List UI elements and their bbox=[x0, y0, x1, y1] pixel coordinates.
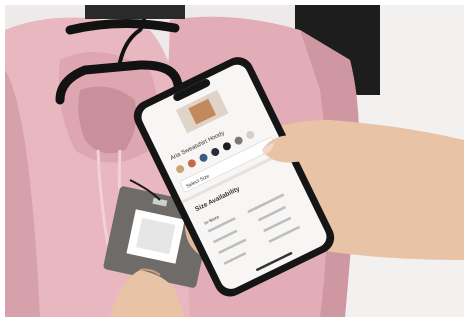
scene-illustration: Aria Sweatshirt Hoody Select Size Size A… bbox=[0, 0, 469, 322]
photo-scene: Aria Sweatshirt Hoody Select Size Size A… bbox=[0, 0, 469, 322]
photo-area: Aria Sweatshirt Hoody Select Size Size A… bbox=[5, 5, 464, 318]
rack-bar bbox=[85, 5, 185, 19]
